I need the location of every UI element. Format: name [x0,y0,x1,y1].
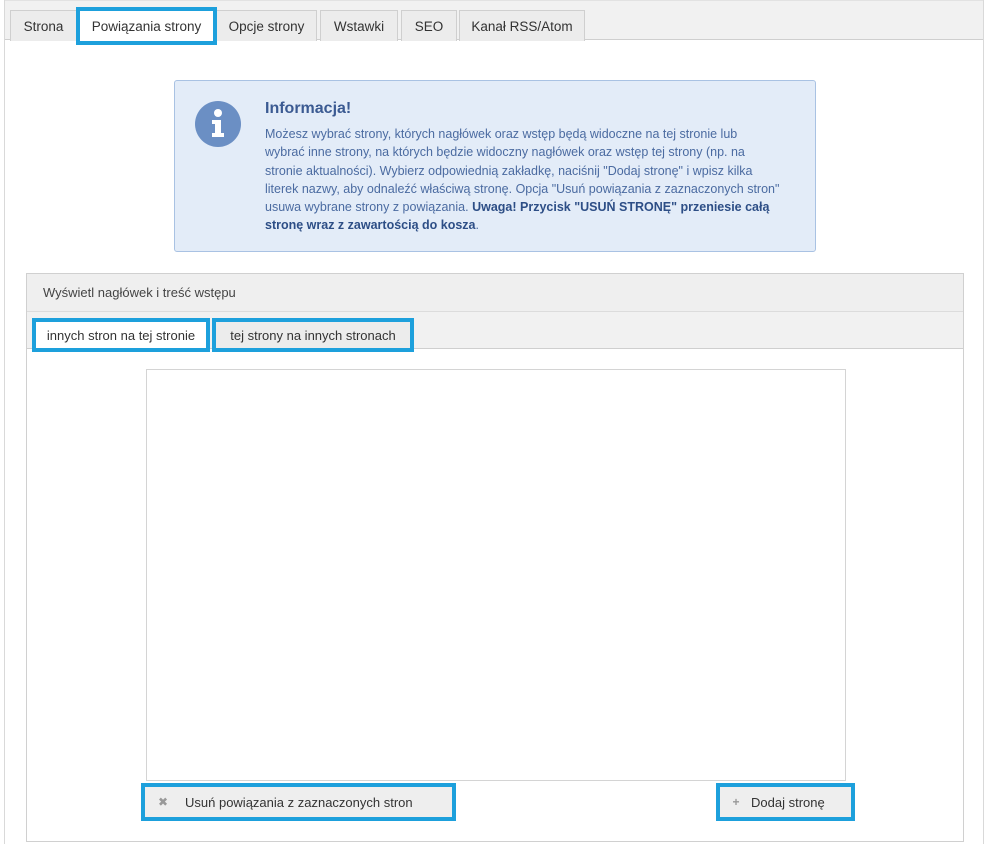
tab-powiazania-strony[interactable]: Powiązania strony [76,7,217,45]
tab-seo[interactable]: SEO [401,10,457,41]
info-box: Informacja! Możesz wybrać strony, któryc… [174,80,816,252]
tab-kanal-rss-atom[interactable]: Kanał RSS/Atom [459,10,585,41]
info-icon [195,101,241,147]
remove-relations-button[interactable]: ✖ Usuń powiązania z zaznaczonych stron [141,783,456,821]
tab-wstawki[interactable]: Wstawki [320,10,398,41]
info-title: Informacja! [265,100,352,117]
relations-panel: Wyświetl nagłówek i treść wstępu innych … [26,273,964,842]
info-text: Możesz wybrać strony, których nagłówek o… [265,125,780,235]
panel-header: Wyświetl nagłówek i treść wstępu [27,274,963,312]
tab-opcje-strony[interactable]: Opcje strony [216,10,317,41]
panel-tab-bar: innych stron na tej stronie tej strony n… [27,312,963,352]
tab-this-page-on-other-pages[interactable]: tej strony na innych stronach [212,318,414,352]
add-page-button[interactable]: + Dodaj stronę [716,783,855,821]
tab-strona[interactable]: Strona [10,10,77,41]
plus-icon: + [732,795,740,809]
remove-relations-label: Usuń powiązania z zaznaczonych stron [185,794,413,810]
add-page-label: Dodaj stronę [751,794,825,810]
related-pages-list[interactable] [146,369,846,781]
info-text-end: . [475,218,479,233]
page-frame: Strona Powiązania strony Opcje strony Ws… [4,0,984,844]
tab-other-pages-on-this-page[interactable]: innych stron na tej stronie [32,318,210,352]
top-tab-bar: Strona Powiązania strony Opcje strony Ws… [5,0,983,45]
remove-icon: ✖ [157,795,169,809]
